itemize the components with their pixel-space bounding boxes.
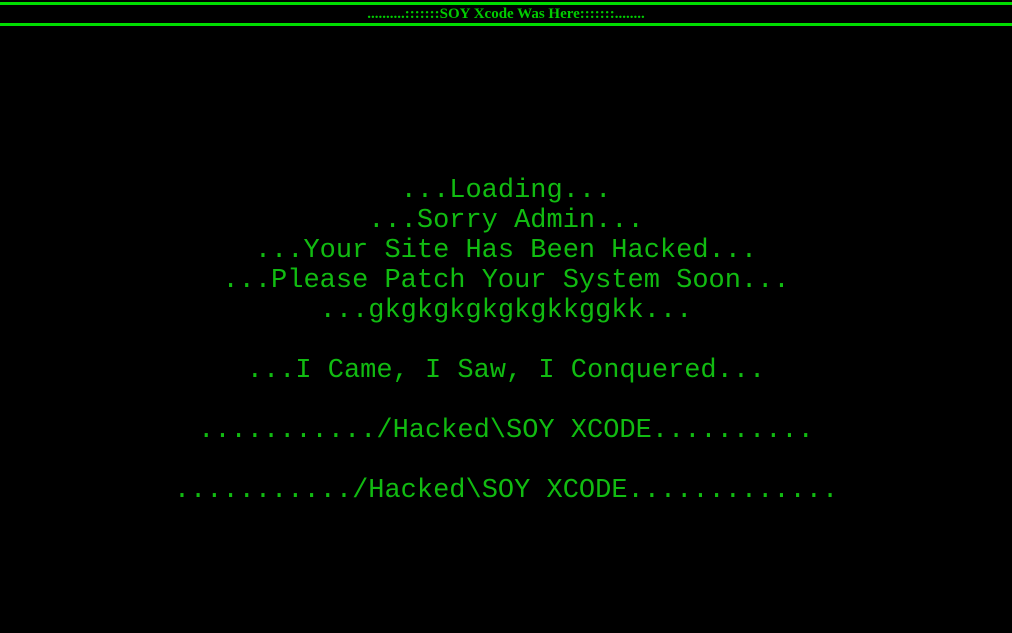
marquee-banner: ..........:::::::SOY Xcode Was Here:::::…	[0, 0, 1012, 26]
console-line-hacked: ...Your Site Has Been Hacked...	[254, 236, 758, 266]
console-line-veni: ...I Came, I Saw, I Conquered...	[246, 356, 766, 386]
console-line-blank-1	[0, 326, 1012, 356]
terminal-screen: ...Loading... ...Sorry Admin... ...Your …	[0, 26, 1012, 630]
console-line-signature-1: .........../Hacked\SOY XCODE..........	[198, 416, 814, 446]
console-line-gibberish: ...gkgkgkgkgkgkkggkk...	[319, 296, 693, 326]
console-line-patch: ...Please Patch Your System Soon...	[222, 266, 790, 296]
console-line-blank-3	[0, 446, 1012, 476]
console-output: ...Loading... ...Sorry Admin... ...Your …	[0, 176, 1012, 506]
console-line-loading: ...Loading...	[400, 176, 612, 206]
banner-bar: ..........:::::::SOY Xcode Was Here:::::…	[0, 5, 1012, 23]
console-line-sorry: ...Sorry Admin...	[368, 206, 644, 236]
banner-text: ..........:::::::SOY Xcode Was Here:::::…	[367, 6, 645, 22]
console-line-signature-2: .........../Hacked\SOY XCODE............…	[173, 476, 839, 506]
console-line-blank-2	[0, 386, 1012, 416]
